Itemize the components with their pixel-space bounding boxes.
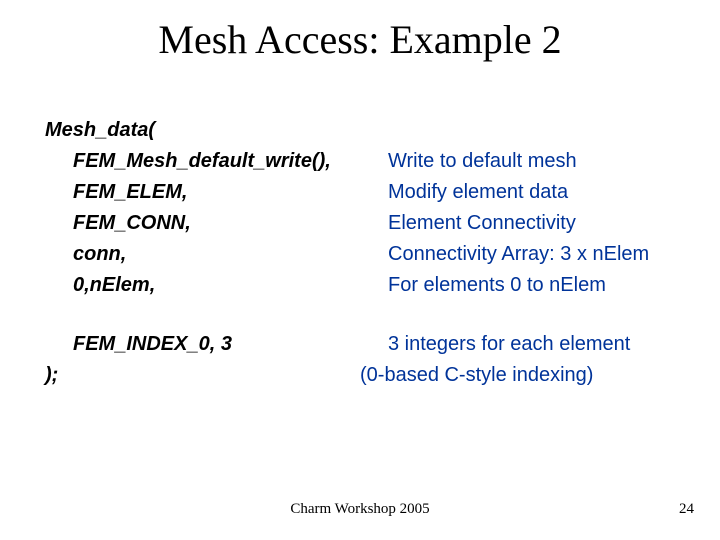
code-text: FEM_ELEM, xyxy=(45,177,388,208)
code-row: FEM_CONN, Element Connectivity xyxy=(45,208,685,239)
code-text: FEM_CONN, xyxy=(45,208,388,239)
slide-body: Mesh_data( FEM_Mesh_default_write(), Wri… xyxy=(45,115,685,391)
slide-title: Mesh Access: Example 2 xyxy=(0,16,720,63)
code-text: FEM_Mesh_default_write(), xyxy=(45,146,388,177)
code-text: ); xyxy=(45,360,360,391)
code-text: 0,nElem, xyxy=(45,270,388,301)
code-row: ); (0-based C-style indexing) xyxy=(45,360,685,391)
code-row: FEM_Mesh_default_write(), Write to defau… xyxy=(45,146,685,177)
slide-number: 24 xyxy=(679,501,694,518)
code-row: 0,nElem, For elements 0 to nElem xyxy=(45,270,685,301)
code-row: FEM_INDEX_0, 3 3 integers for each eleme… xyxy=(45,329,685,360)
desc-text: Element Connectivity xyxy=(388,208,685,239)
footer-text: Charm Workshop 2005 xyxy=(0,501,720,518)
desc-text: Modify element data xyxy=(388,177,685,208)
desc-text: (0-based C-style indexing) xyxy=(360,360,685,391)
code-text: conn, xyxy=(45,239,388,270)
code-row: FEM_ELEM, Modify element data xyxy=(45,177,685,208)
code-row: conn, Connectivity Array: 3 x nElem xyxy=(45,239,685,270)
slide: Mesh Access: Example 2 Mesh_data( FEM_Me… xyxy=(0,0,720,540)
spacer xyxy=(45,301,685,329)
desc-text: For elements 0 to nElem xyxy=(388,270,685,301)
code-row: Mesh_data( xyxy=(45,115,685,146)
desc-text: Write to default mesh xyxy=(388,146,685,177)
code-text: Mesh_data( xyxy=(45,115,360,146)
desc-text: Connectivity Array: 3 x nElem xyxy=(388,239,685,270)
desc-text: 3 integers for each element xyxy=(388,329,685,360)
code-text: FEM_INDEX_0, 3 xyxy=(45,329,388,360)
